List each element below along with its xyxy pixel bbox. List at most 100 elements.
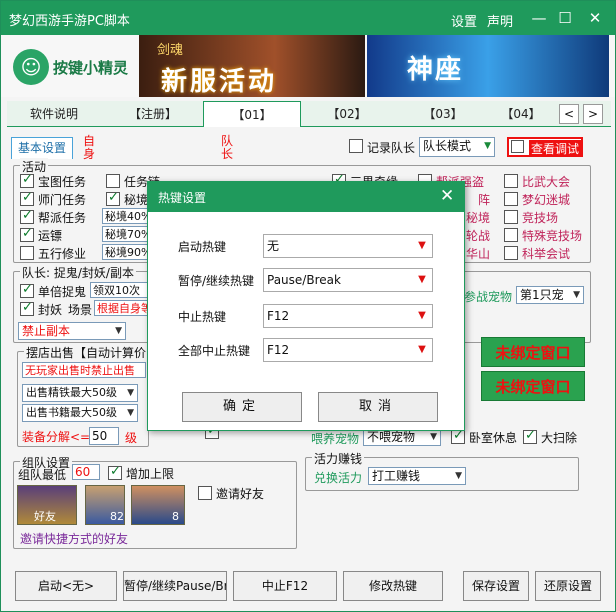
label-invite-friends: 邀请好友	[216, 487, 265, 501]
tab-04[interactable]: 【04】	[487, 101, 555, 127]
subtab-basic[interactable]: 基本设置	[11, 137, 73, 159]
friend-avatar[interactable]: 好友	[17, 485, 77, 525]
label-treasure-map: 宝图任务	[38, 175, 87, 189]
checkbox-increase-limit[interactable]	[108, 464, 122, 480]
start-button[interactable]: 启动<无>	[15, 571, 117, 601]
hotkey-select-stop[interactable]: F12 ▼	[263, 304, 433, 328]
label-maze: 梦幻迷城	[522, 193, 571, 207]
vitality-select[interactable]: 打工赚钱 ▼	[368, 467, 466, 485]
member-avatar-1[interactable]: 82	[85, 485, 125, 525]
record-leader-checkbox[interactable]	[349, 139, 363, 153]
vitality-group: 活力赚钱 兑换活力 打工赚钱 ▼	[305, 450, 579, 491]
ad-banner-left[interactable]: 剑魂 新服活动	[139, 35, 365, 97]
label-escort: 运镖	[38, 229, 63, 243]
label-gang-task: 帮派任务	[38, 211, 87, 225]
ad-banner-right[interactable]: 神座	[367, 35, 609, 97]
checkbox-martial[interactable]	[504, 174, 518, 188]
leader-mode-select[interactable]: 队长模式 ▼	[419, 137, 495, 157]
pause-button[interactable]: 暂停/继续Pause/Break	[123, 571, 227, 601]
tab-next-icon[interactable]: >	[583, 104, 603, 124]
dialog-cancel-button[interactable]: 取消	[318, 392, 438, 422]
checkbox-sweep[interactable]	[523, 428, 537, 444]
tab-03[interactable]: 【03】	[403, 101, 483, 127]
team-min-input[interactable]: 60	[72, 464, 100, 480]
checkbox-maze[interactable]	[504, 192, 518, 206]
checkbox-task-chain[interactable]	[106, 174, 120, 188]
dropdown-arrow-icon[interactable]: ▼	[414, 308, 430, 324]
bind-window-button-1[interactable]: 未绑定窗口	[481, 337, 585, 367]
leader-title: 队长: 捉鬼/封妖/副本	[20, 264, 136, 281]
dropdown-arrow-icon[interactable]: ▼	[414, 342, 430, 358]
label-scene: 场景	[68, 303, 93, 317]
hotkey-label-stop-all: 全部中止热键	[178, 344, 251, 358]
label-level-unit: 级	[125, 431, 138, 445]
tab-register[interactable]: 【注册】	[103, 101, 203, 127]
tab-manual[interactable]: 软件说明	[7, 101, 101, 127]
minimize-icon[interactable]: —	[527, 7, 551, 29]
close-icon[interactable]: ✕	[583, 7, 607, 29]
checkbox-master-task[interactable]	[20, 190, 34, 206]
ban-dungeon-select[interactable]: 禁止副本 ▼	[18, 322, 126, 340]
stop-button[interactable]: 中止F12	[233, 571, 337, 601]
checkbox-seal[interactable]	[20, 300, 34, 316]
member-avatar-2[interactable]: 8	[131, 485, 185, 525]
double-field[interactable]: 领双10次	[90, 282, 148, 298]
label-array: 阵	[478, 193, 491, 207]
checkbox-treasure-map[interactable]	[20, 172, 34, 188]
logo: ☺ 按键小精灵	[9, 45, 133, 89]
dropdown-arrow-icon[interactable]: ▼	[414, 238, 430, 254]
bind-window-button-2[interactable]: 未绑定窗口	[481, 371, 585, 401]
restore-settings-button[interactable]: 还原设置	[535, 571, 601, 601]
dialog-ok-button[interactable]: 确定	[182, 392, 302, 422]
sell-book-select[interactable]: 出售书籍最大50级 ▼	[22, 404, 138, 422]
decompose-level-input[interactable]: 50	[89, 427, 119, 445]
sell-iron-select[interactable]: 出售精铁最大50级 ▼	[22, 384, 138, 402]
checkbox-single-ghost[interactable]	[20, 282, 34, 298]
hotkey-row-stop-all: 全部中止热键 F12 ▼	[148, 338, 464, 362]
hotkey-select-stop-all[interactable]: F12 ▼	[263, 338, 433, 362]
scene-field[interactable]: 根据自身等	[94, 300, 150, 316]
label-master-task: 师门任务	[38, 193, 87, 207]
checkbox-five-elements[interactable]	[20, 246, 34, 260]
settings-link[interactable]: 设置	[451, 11, 477, 30]
maximize-icon[interactable]: ☐	[553, 7, 577, 29]
save-settings-button[interactable]: 保存设置	[463, 571, 529, 601]
hotkey-select-start[interactable]: 无 ▼	[263, 234, 433, 258]
checkbox-gang-task[interactable]	[20, 208, 34, 224]
dropdown-arrow-icon[interactable]: ▼	[414, 272, 430, 288]
vitality-title: 活力赚钱	[312, 450, 365, 467]
checkbox-bedroom-rest[interactable]	[451, 428, 465, 444]
checkbox-escort[interactable]	[20, 226, 34, 242]
tab-prev-icon[interactable]: <	[559, 104, 579, 124]
field-realm-90[interactable]: 秘境90%	[102, 244, 150, 260]
hotkey-select-pause[interactable]: Pause/Break ▼	[263, 268, 433, 292]
app-title: 梦幻西游手游PC脚本	[9, 14, 130, 29]
field-realm-40[interactable]: 秘境40%	[102, 208, 150, 224]
modify-hotkey-button[interactable]: 修改热键	[343, 571, 443, 601]
main-window: 梦幻西游手游PC脚本 设置 声明 — ☐ ✕ ☺ 按键小精灵 剑魂 新服活动 神…	[0, 0, 616, 612]
label-decompose: 装备分解<=	[22, 430, 91, 444]
subtab-leader[interactable]: 队长	[221, 135, 235, 161]
checkbox-secret-realm[interactable]	[106, 190, 120, 206]
hotkey-label-pause: 暂停/继续热键	[178, 274, 255, 288]
stall-notice: 无玩家出售时禁止出售	[22, 362, 146, 378]
checkbox-exam[interactable]	[504, 246, 518, 260]
checkbox-arena[interactable]	[504, 210, 518, 224]
logo-text: 按键小精灵	[53, 59, 129, 77]
member-level-2: 8	[172, 510, 179, 523]
dialog-close-icon[interactable]: ✕	[440, 186, 454, 206]
field-realm-70[interactable]: 秘境70%	[102, 226, 150, 242]
label-pet: 参战宠物	[464, 290, 513, 304]
label-five-elements: 五行修业	[38, 247, 87, 261]
subtab-self[interactable]: 自身	[83, 135, 97, 161]
tab-02[interactable]: 【02】	[303, 101, 391, 127]
statement-link[interactable]: 声明	[487, 11, 513, 30]
tab-01[interactable]: 【01】	[203, 101, 301, 127]
debug-toggle[interactable]: 查看调试	[507, 137, 583, 157]
checkbox-invite-friends[interactable]	[198, 486, 212, 500]
checkbox-special-arena[interactable]	[504, 228, 518, 242]
hotkey-label-start: 启动热键	[178, 240, 227, 254]
label-single-ghost: 单倍捉鬼	[38, 285, 87, 299]
pet-select[interactable]: 第1只宠 ▼	[516, 286, 584, 304]
debug-checkbox[interactable]	[511, 140, 524, 153]
